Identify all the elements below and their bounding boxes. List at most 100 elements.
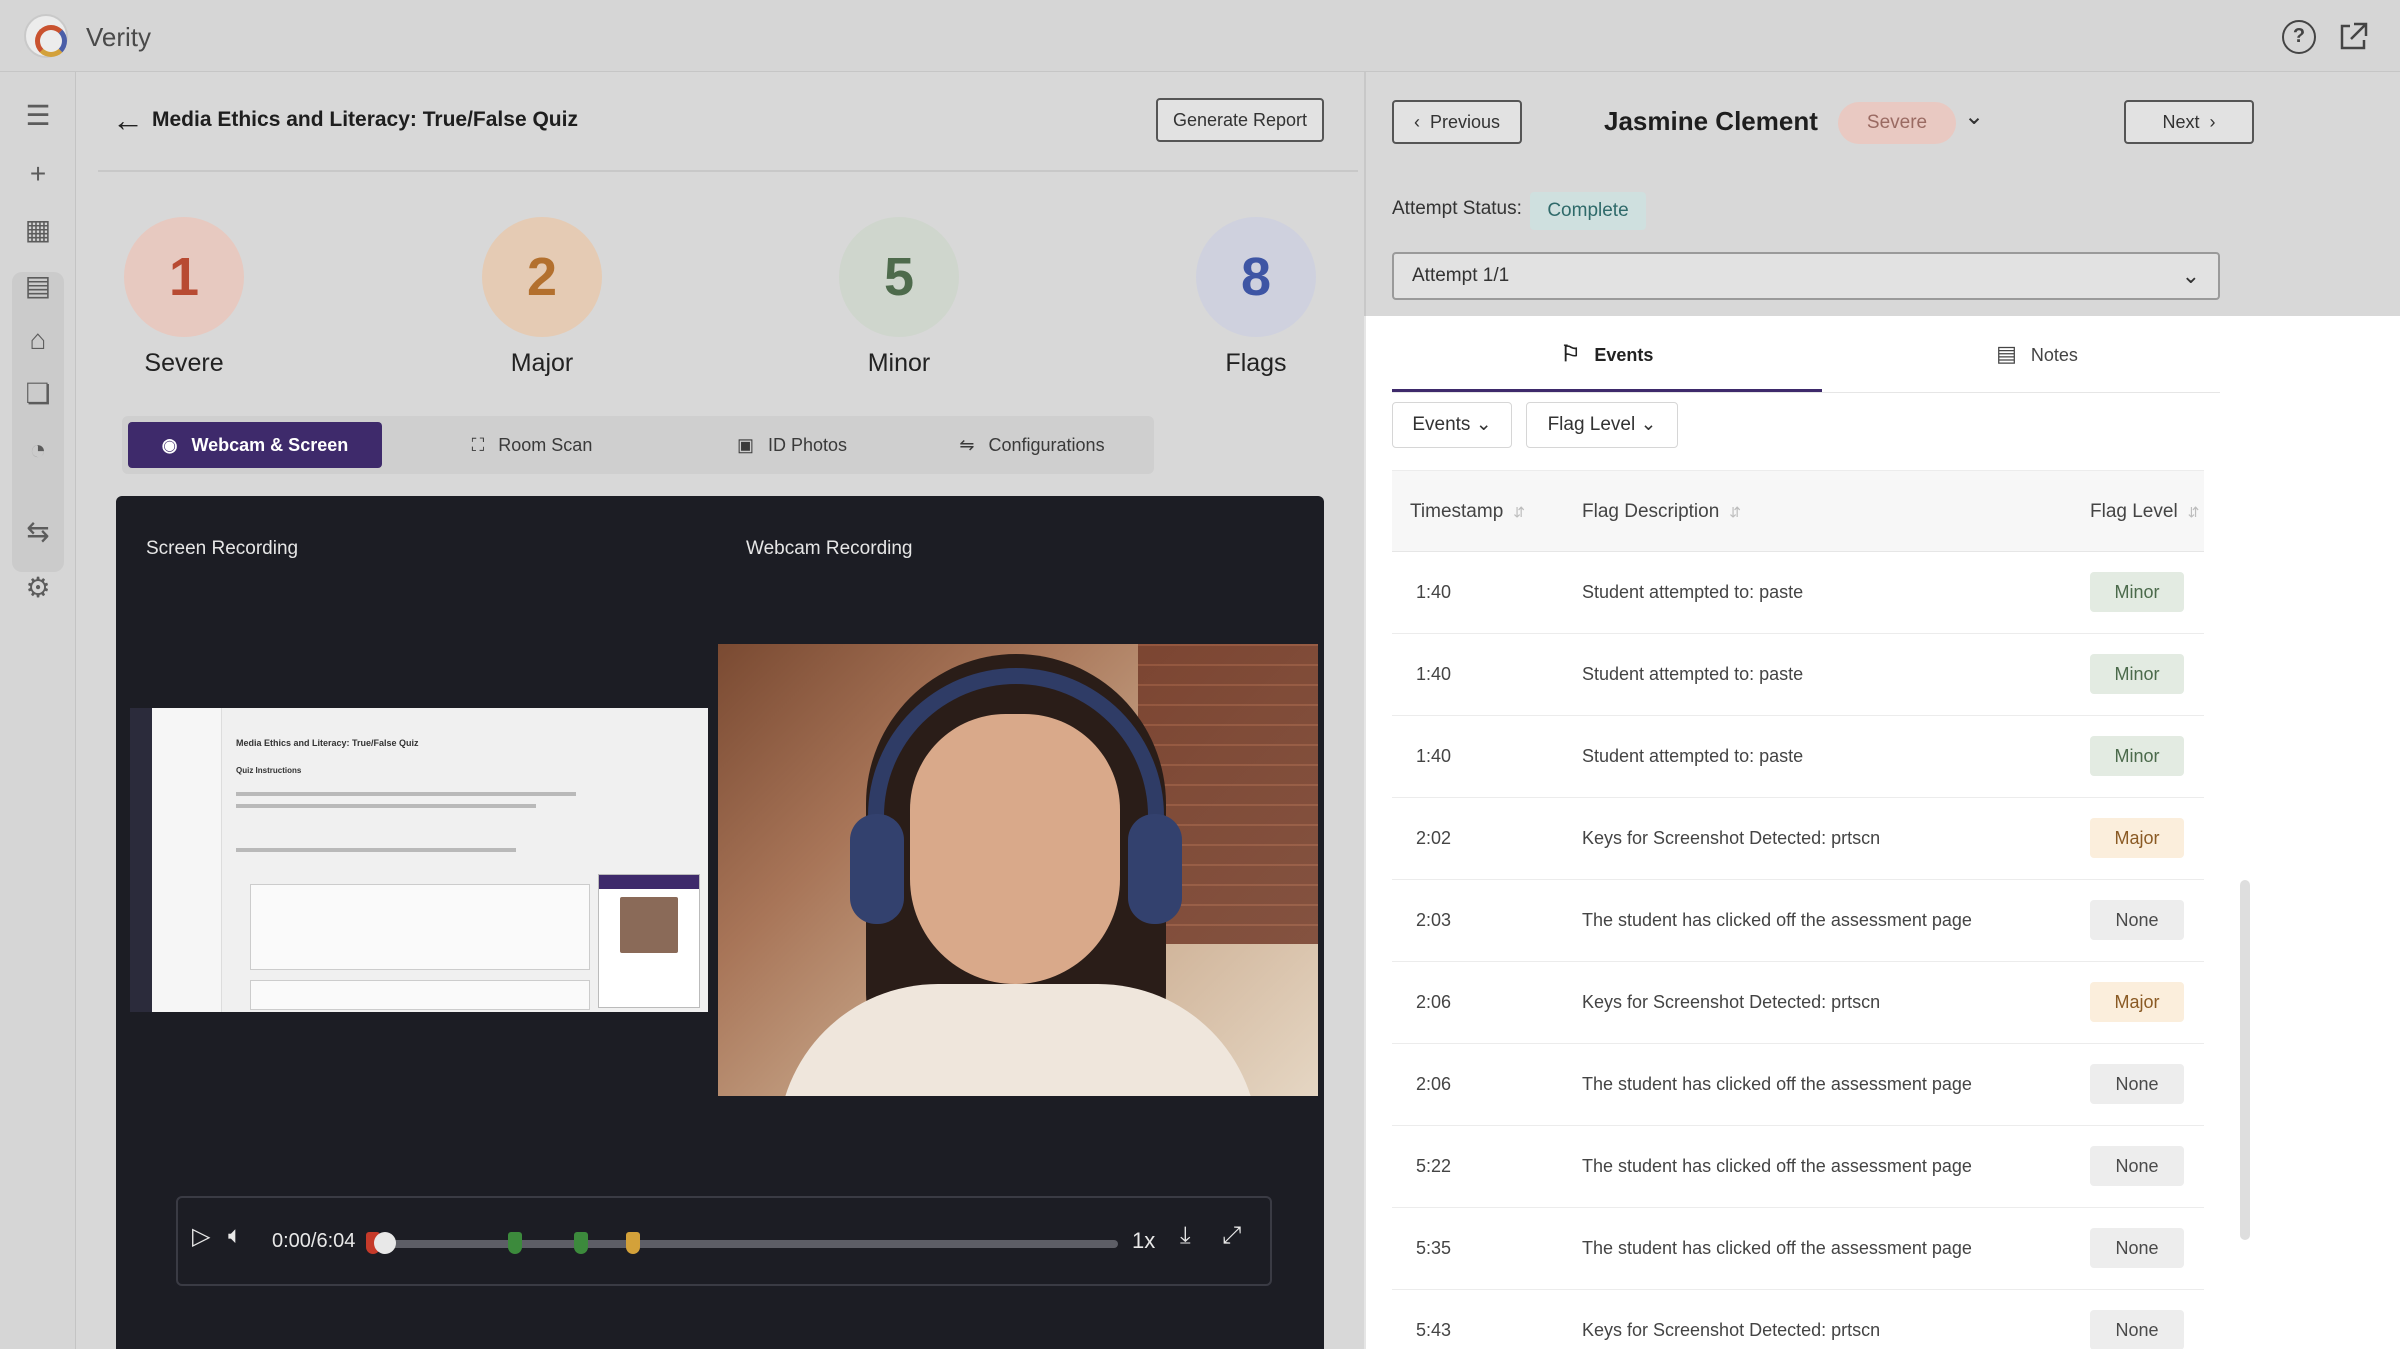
previous-button[interactable]: ‹ Previous (1392, 100, 1522, 144)
tab-webcam-screen[interactable]: ◉ Webcam & Screen (128, 422, 382, 468)
grid-icon[interactable]: ▦ (20, 212, 56, 248)
flag-level-badge: None (2090, 1228, 2184, 1268)
tab-label: ID Photos (767, 435, 848, 455)
table-row[interactable]: 5:35 The student has clicked off the asse… (1392, 1208, 2204, 1290)
column-flag-description-label: Flag Description (1582, 501, 1720, 522)
thumbnail-text-line (236, 792, 576, 796)
book-icon[interactable]: ❏ (20, 376, 56, 412)
sort-icon: ⇵ (1729, 504, 1742, 520)
tab-notes[interactable]: ▤ Notes (1822, 334, 2252, 392)
divider (98, 170, 1358, 172)
column-timestamp[interactable]: Timestamp ⇵ (1410, 501, 1525, 523)
download-icon[interactable]: ⤓ (1180, 1222, 1191, 1250)
top-bar: Verity ? (0, 0, 2400, 72)
player-controls: ▷ 🔈︎ 0:00/6:04 1x ⤓ ⤢ (176, 1196, 1272, 1286)
table-row[interactable]: 2:06 Keys for Screenshot Detected: prtscn… (1392, 962, 2204, 1044)
table-row[interactable]: 1:40 Student attempted to: paste Minor (1392, 634, 2204, 716)
institution-icon[interactable]: ⌂ (20, 322, 56, 358)
fullscreen-icon[interactable]: ⤢ (1222, 1222, 1241, 1250)
table-row[interactable]: 1:40 Student attempted to: paste Minor (1392, 552, 2204, 634)
events-table: Timestamp ⇵ Flag Description ⇵ Flag Level ⇵… (1392, 470, 2204, 1349)
table-row[interactable]: 1:40 Student attempted to: paste Minor (1392, 716, 2204, 798)
table-body: 1:40 Student attempted to: paste Minor 1:40… (1392, 552, 2204, 1349)
attempt-select[interactable]: Attempt 1/1 ⌄ (1392, 252, 2220, 300)
list-icon[interactable]: ☰ (20, 98, 56, 134)
column-timestamp-label: Timestamp (1410, 501, 1504, 522)
play-icon[interactable]: ▷ (192, 1222, 210, 1251)
row-timestamp: 1:40 (1416, 582, 1452, 602)
integration-icon[interactable]: ⇆ (20, 514, 56, 550)
tab-room-scan[interactable]: ⛶ Room Scan (422, 422, 642, 468)
table-row[interactable]: 2:02 Keys for Screenshot Detected: prtscn… (1392, 798, 2204, 880)
plus-icon[interactable]: + (20, 156, 56, 192)
major-flag-marker[interactable] (626, 1232, 640, 1254)
flag-level-badge: Minor (2090, 572, 2184, 612)
chevron-down-icon[interactable]: ⌄ (1964, 102, 1984, 131)
table-row[interactable]: 5:43 Keys for Screenshot Detected: prtscn… (1392, 1290, 2204, 1349)
volume-icon[interactable]: 🔈︎ (228, 1222, 242, 1250)
generate-report-button[interactable]: Generate Report (1156, 98, 1324, 142)
table-row[interactable]: 2:06 The student has clicked off the asse… (1392, 1044, 2204, 1126)
flag-level-badge: Minor (2090, 654, 2184, 694)
flag-level-badge: Major (2090, 818, 2184, 858)
thumbnail-text-line (236, 848, 516, 852)
playback-speed[interactable]: 1x (1132, 1228, 1155, 1254)
severity-badge: Severe (1838, 102, 1956, 144)
report-icon[interactable]: ▤ (20, 268, 56, 304)
playback-timeline[interactable] (374, 1240, 1118, 1248)
thumbnail-nav (152, 708, 222, 1012)
thumbnail-quiz-title: Media Ethics and Literacy: True/False Qu… (236, 738, 419, 748)
table-header: Timestamp ⇵ Flag Description ⇵ Flag Level ⇵ (1392, 470, 2204, 552)
chevron-down-icon: ⌄ (1475, 414, 1492, 435)
events-scrollbar[interactable] (2240, 880, 2250, 1240)
events-filter-label: Events (1412, 414, 1471, 435)
row-flag-description: Student attempted to: paste (1582, 746, 1804, 766)
column-flag-level[interactable]: Flag Level ⇵ (2090, 501, 2199, 523)
settings-icon[interactable]: ⚙ (20, 570, 56, 606)
screen-recording-label: Screen Recording (146, 538, 299, 559)
events-filter-dropdown[interactable]: Events ⌄ (1392, 402, 1512, 448)
events-panel: ⚐ Events ▤ Notes Events ⌄ Flag Level ⌄ Tim… (1364, 316, 2400, 1349)
tabs-divider (1392, 392, 2220, 393)
thumbnail-text-line (236, 804, 536, 808)
table-row[interactable]: 2:03 The student has clicked off the asse… (1392, 880, 2204, 962)
minor-flag-marker[interactable] (574, 1232, 588, 1254)
help-icon[interactable]: ? (2282, 20, 2316, 54)
stat-major-label: Major (510, 349, 574, 377)
next-button[interactable]: Next › (2124, 100, 2254, 144)
minor-flag-marker[interactable] (508, 1232, 522, 1254)
thumbnail-question-card (250, 884, 590, 970)
tab-id-photos[interactable]: ▣ ID Photos (682, 422, 902, 468)
back-arrow-icon[interactable]: ← (112, 102, 144, 139)
tab-configurations[interactable]: ⇋ Configurations (922, 422, 1142, 468)
row-timestamp: 2:02 (1416, 828, 1452, 848)
row-flag-description: The student has clicked off the assessme… (1582, 1238, 1972, 1258)
tab-events-label: Events (1594, 345, 1654, 365)
thumbnail-popup-header (599, 875, 699, 889)
attempt-status-label: Attempt Status: (1392, 198, 1522, 219)
flag-level-badge: None (2090, 1064, 2184, 1104)
screen-recording-video[interactable]: Media Ethics and Literacy: True/False Qu… (130, 708, 708, 1012)
stat-major: 2 Major (442, 217, 642, 378)
stat-flags: 8 Flags (1156, 217, 1356, 378)
row-timestamp: 2:03 (1416, 910, 1452, 930)
flag-level-filter-dropdown[interactable]: Flag Level ⌄ (1526, 402, 1678, 448)
chart-icon[interactable]: ◔ (20, 432, 56, 468)
webcam-recording-video[interactable] (718, 644, 1318, 1096)
recording-player: Screen Recording Webcam Recording Media … (116, 496, 1324, 1349)
tab-label: Configurations (988, 435, 1105, 455)
sort-icon: ⇵ (2187, 504, 2200, 520)
webcam-icon: ◉ (161, 435, 178, 455)
external-link-icon[interactable] (2336, 20, 2370, 54)
webcam-recording-label: Webcam Recording (746, 538, 913, 559)
attempt-select-value: Attempt 1/1 (1412, 265, 1510, 286)
playhead-knob[interactable] (374, 1232, 396, 1254)
webcam-person-body (778, 984, 1258, 1096)
stat-flags-value: 8 (1196, 217, 1316, 337)
stat-severe-label: Severe (144, 349, 224, 377)
scan-icon: ⛶ (471, 435, 485, 455)
tab-events[interactable]: ⚐ Events (1392, 334, 1822, 392)
column-flag-description[interactable]: Flag Description ⇵ (1582, 501, 1741, 523)
table-row[interactable]: 5:22 The student has clicked off the asse… (1392, 1126, 2204, 1208)
thumbnail-instructions-heading: Quiz Instructions (236, 766, 302, 775)
